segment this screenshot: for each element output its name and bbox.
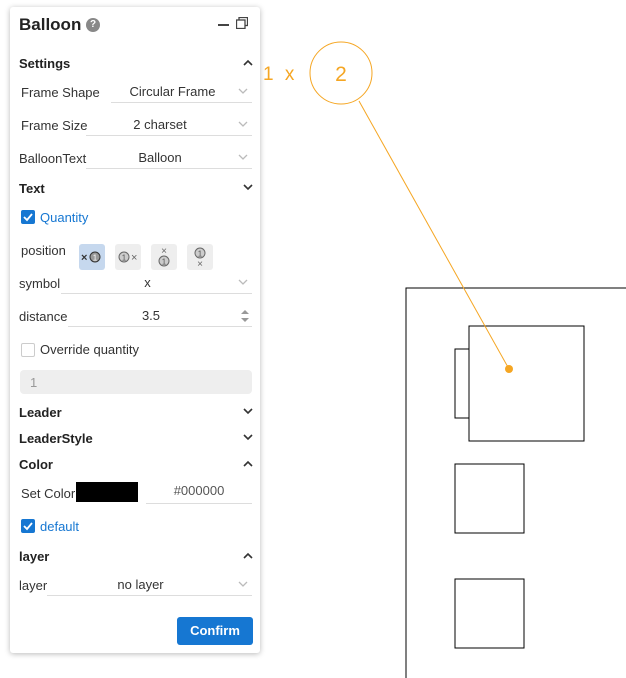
section-leader-style-label: LeaderStyle	[19, 431, 93, 446]
chevron-up-icon[interactable]	[243, 59, 253, 66]
position-top-icon: × 1	[158, 246, 170, 267]
part-large-box[interactable]	[468, 325, 585, 442]
distance-input[interactable]: 3.5	[68, 306, 252, 327]
section-color-label: Color	[19, 457, 53, 472]
section-text[interactable]: Text	[19, 179, 253, 199]
svg-text:×: ×	[81, 252, 87, 264]
balloon-leader-line	[358, 100, 510, 370]
balloon-text-value: Balloon	[138, 150, 182, 165]
position-bottom-icon: 1 ×	[194, 247, 206, 270]
frame-size-select[interactable]: 2 charset	[86, 115, 252, 136]
chevron-down-icon	[238, 88, 248, 94]
section-text-label: Text	[19, 181, 45, 196]
frame-size-label: Frame Size	[21, 118, 88, 133]
layer-label: layer	[19, 578, 48, 593]
position-left-button[interactable]: × 1	[79, 244, 105, 270]
chevron-down-icon	[238, 279, 248, 285]
layer-select[interactable]: no layer	[47, 575, 252, 596]
section-leader-label: Leader	[19, 405, 62, 420]
check-icon	[23, 213, 33, 222]
balloon-panel: Balloon ? Settings Frame Shape Circular …	[10, 7, 260, 653]
section-layer[interactable]: layer	[19, 547, 253, 567]
panel-header: Balloon ?	[10, 7, 260, 43]
position-label: position	[21, 243, 66, 258]
color-hex-input[interactable]: #000000	[146, 483, 252, 504]
section-settings-label: Settings	[19, 56, 71, 71]
position-right-button[interactable]: 1 ×	[115, 244, 141, 270]
chevron-up-icon[interactable]	[243, 552, 253, 559]
confirm-button[interactable]: Confirm	[177, 617, 253, 645]
override-quantity-value: 1	[30, 375, 38, 390]
svg-text:1: 1	[93, 254, 98, 263]
section-settings[interactable]: Settings	[19, 54, 253, 74]
part-box-bottom[interactable]	[454, 578, 525, 649]
distance-label: distance	[19, 309, 68, 324]
chevron-down-icon[interactable]	[243, 434, 253, 441]
distance-value: 3.5	[141, 308, 161, 323]
stepper-icon[interactable]	[240, 308, 250, 324]
quantity-label: Quantity	[40, 210, 89, 225]
chevron-down-icon	[238, 581, 248, 587]
restore-window-icon[interactable]	[236, 17, 248, 29]
default-color-checkbox[interactable]	[21, 519, 35, 533]
override-quantity-input: 1	[20, 370, 252, 394]
help-icon[interactable]: ?	[86, 18, 100, 32]
part-box-middle[interactable]	[454, 463, 525, 534]
layer-value: no layer	[117, 577, 164, 592]
set-color-label: Set Color	[21, 486, 76, 501]
chevron-down-icon[interactable]	[243, 408, 253, 415]
override-quantity-label: Override quantity	[40, 342, 139, 357]
chevron-down-icon	[238, 154, 248, 160]
color-swatch[interactable]	[76, 482, 138, 502]
panel-title: Balloon	[19, 15, 82, 34]
section-leader[interactable]: Leader	[19, 403, 253, 423]
sheet-frame	[405, 287, 626, 678]
section-color[interactable]: Color	[19, 455, 253, 475]
balloon-number: 2	[335, 63, 347, 86]
svg-text:×: ×	[197, 259, 203, 270]
svg-text:1: 1	[122, 254, 127, 263]
frame-size-value: 2 charset	[133, 117, 187, 132]
position-left-icon: × 1	[81, 251, 101, 264]
balloon-text-label: BalloonText	[19, 151, 87, 166]
leader-anchor-dot[interactable]	[505, 365, 513, 373]
minimize-icon[interactable]	[218, 24, 229, 26]
svg-text:×: ×	[131, 252, 137, 264]
svg-text:1: 1	[198, 250, 203, 259]
chevron-down-icon[interactable]	[243, 184, 253, 191]
position-bottom-button[interactable]: 1 ×	[187, 244, 213, 270]
svg-text:×: ×	[161, 246, 167, 257]
override-quantity-checkbox[interactable]	[21, 343, 35, 357]
check-icon	[23, 522, 33, 531]
chevron-up-icon[interactable]	[243, 460, 253, 467]
symbol-value: x	[144, 275, 151, 290]
frame-shape-value: Circular Frame	[129, 84, 216, 99]
default-color-label: default	[40, 519, 80, 534]
quantity-text: 1 x	[263, 64, 297, 85]
symbol-label: symbol	[19, 276, 61, 291]
balloon-text-select[interactable]: Balloon	[86, 148, 252, 169]
symbol-select[interactable]: x	[61, 273, 252, 294]
svg-text:1: 1	[162, 258, 167, 267]
chevron-down-icon	[238, 121, 248, 127]
section-leader-style[interactable]: LeaderStyle	[19, 429, 253, 449]
part-tab[interactable]	[454, 348, 470, 419]
position-top-button[interactable]: × 1	[151, 244, 177, 270]
position-right-icon: 1 ×	[118, 251, 137, 264]
section-layer-label: layer	[19, 549, 50, 564]
frame-shape-label: Frame Shape	[21, 85, 100, 100]
frame-shape-select[interactable]: Circular Frame	[111, 82, 252, 103]
quantity-checkbox[interactable]	[21, 210, 35, 224]
